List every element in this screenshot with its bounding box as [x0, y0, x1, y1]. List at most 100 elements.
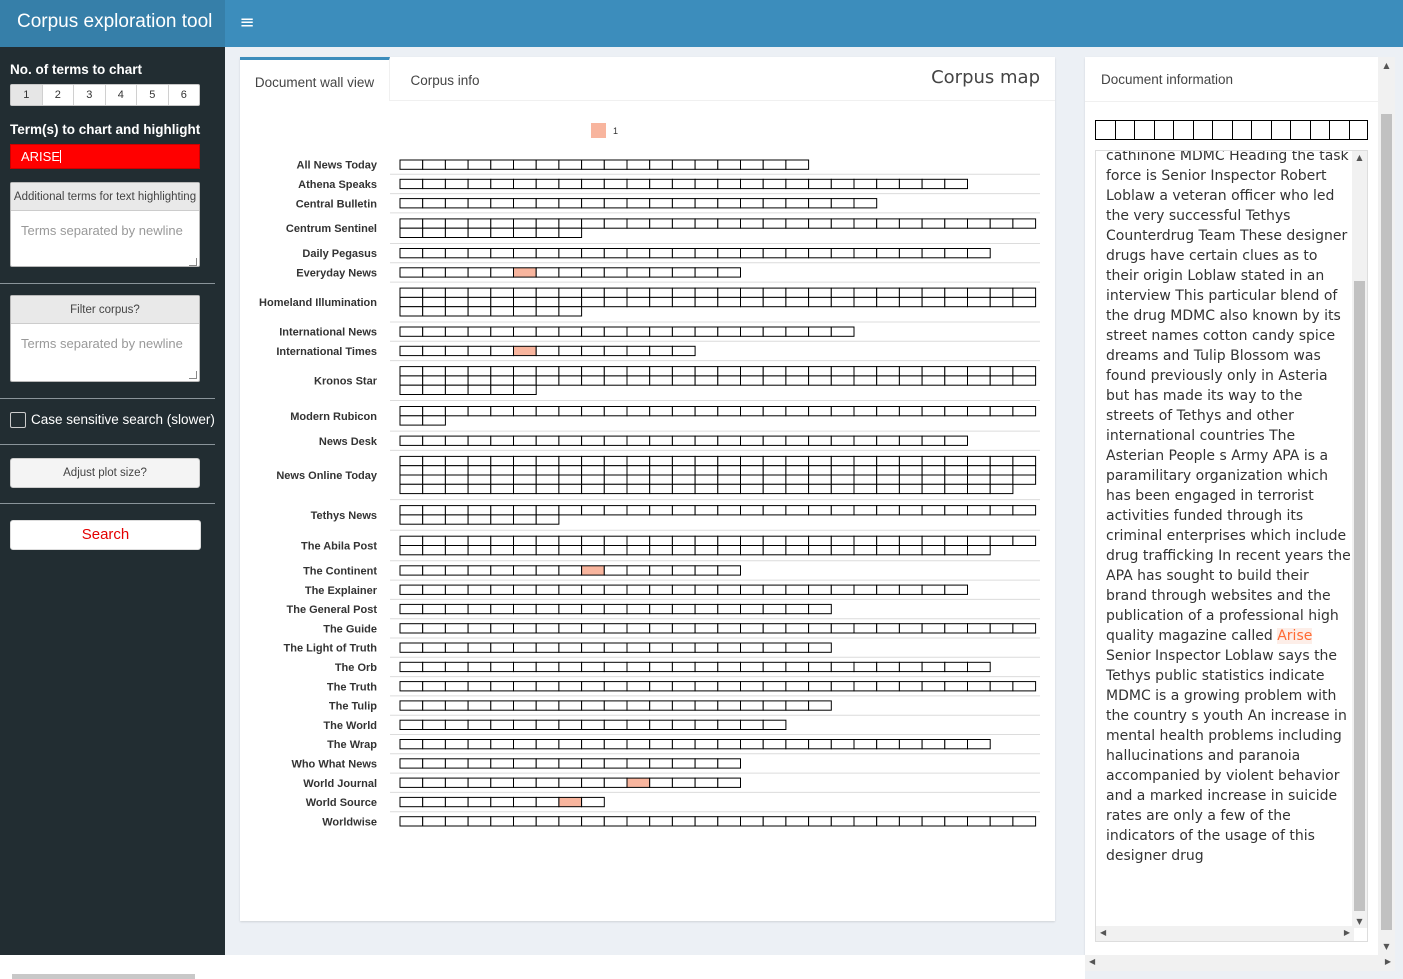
- document-cell[interactable]: [399, 777, 424, 788]
- document-cell[interactable]: [671, 777, 696, 788]
- app-title[interactable]: Corpus exploration tool: [0, 0, 225, 47]
- document-cell[interactable]: [467, 287, 492, 298]
- document-cell[interactable]: [671, 159, 696, 170]
- document-cell[interactable]: [558, 326, 583, 337]
- document-cell[interactable]: [581, 545, 605, 556]
- document-cell[interactable]: [921, 661, 946, 673]
- document-cell[interactable]: [535, 227, 560, 238]
- document-cell[interactable]: [785, 739, 810, 750]
- document-cell[interactable]: [694, 700, 719, 711]
- document-cell[interactable]: [694, 375, 719, 386]
- document-cell[interactable]: [490, 287, 515, 298]
- document-cell[interactable]: [399, 267, 424, 278]
- document-cell[interactable]: [1012, 465, 1037, 476]
- document-cell[interactable]: [944, 375, 968, 386]
- document-cell[interactable]: [671, 465, 696, 476]
- document-cell[interactable]: [535, 306, 560, 317]
- document-cell[interactable]: [399, 159, 424, 170]
- document-cell[interactable]: [603, 681, 628, 692]
- document-cell[interactable]: [944, 483, 968, 495]
- document-cell[interactable]: [694, 535, 719, 547]
- document-cell[interactable]: [671, 681, 696, 692]
- document-cell[interactable]: [399, 455, 424, 467]
- document-cell[interactable]: [603, 435, 628, 446]
- document-cell[interactable]: [490, 178, 515, 190]
- document-cell[interactable]: [694, 159, 719, 170]
- document-cell[interactable]: [989, 465, 1014, 476]
- document-cell[interactable]: [399, 326, 424, 337]
- document-cell[interactable]: [830, 474, 855, 485]
- document-cell[interactable]: [671, 366, 696, 377]
- document-cell[interactable]: [671, 623, 696, 634]
- document-cell[interactable]: [989, 218, 1014, 229]
- case-sensitive-checkbox[interactable]: [10, 412, 26, 428]
- document-cell[interactable]: [626, 700, 651, 711]
- hamburger-icon[interactable]: ≡: [236, 10, 258, 36]
- document-cell[interactable]: [581, 505, 605, 516]
- document-cell[interactable]: [649, 296, 673, 308]
- document-cell[interactable]: [830, 661, 855, 673]
- document-cell[interactable]: [422, 514, 446, 525]
- document-cell[interactable]: [694, 758, 719, 769]
- document-cell[interactable]: [898, 816, 923, 827]
- document-cell[interactable]: [762, 719, 787, 731]
- document-cell[interactable]: [671, 700, 696, 711]
- document-cell[interactable]: [671, 287, 696, 298]
- document-cell[interactable]: [989, 816, 1014, 827]
- case-sensitive-label[interactable]: Case sensitive search (slower): [31, 412, 215, 427]
- document-cell[interactable]: [467, 474, 492, 485]
- document-cell[interactable]: [853, 218, 878, 229]
- document-cell[interactable]: [467, 435, 492, 446]
- document-cell[interactable]: [535, 474, 560, 485]
- document-cell[interactable]: [581, 535, 605, 547]
- document-cell[interactable]: [649, 623, 673, 634]
- document-cell[interactable]: [740, 700, 764, 711]
- document-cell[interactable]: [535, 435, 560, 446]
- document-cell[interactable]: [717, 565, 741, 576]
- filter-corpus-textarea[interactable]: Terms separated by newline: [11, 324, 199, 381]
- document-cell[interactable]: [490, 474, 515, 485]
- document-cell[interactable]: [717, 218, 741, 229]
- document-cell[interactable]: [989, 505, 1014, 516]
- num-terms-option-3[interactable]: 3: [74, 85, 106, 105]
- document-cell[interactable]: [513, 227, 537, 238]
- document-cell[interactable]: [898, 739, 923, 750]
- document-cell[interactable]: [717, 661, 741, 673]
- document-cell[interactable]: [944, 248, 968, 259]
- document-cell[interactable]: [967, 535, 991, 547]
- document-cell[interactable]: [762, 474, 787, 485]
- document-cell[interactable]: [853, 681, 878, 692]
- document-cell[interactable]: [603, 603, 628, 615]
- document-cell[interactable]: [513, 375, 537, 386]
- document-cell[interactable]: [989, 296, 1014, 308]
- document-cell[interactable]: [444, 719, 469, 731]
- document-cell[interactable]: [422, 435, 446, 446]
- document-cell[interactable]: [898, 218, 923, 229]
- document-cell[interactable]: [513, 796, 537, 808]
- document-cell[interactable]: [944, 623, 968, 634]
- document-cell[interactable]: [967, 623, 991, 634]
- document-cell[interactable]: [467, 545, 492, 556]
- document-cell-hit[interactable]: [513, 267, 537, 278]
- document-cell[interactable]: [762, 465, 787, 476]
- document-cell[interactable]: [581, 584, 605, 595]
- document-cell[interactable]: [717, 375, 741, 386]
- document-cell[interactable]: [513, 465, 537, 476]
- document-cell[interactable]: [444, 227, 469, 238]
- document-cell[interactable]: [694, 366, 719, 377]
- document-cell[interactable]: [513, 505, 537, 516]
- document-cell[interactable]: [671, 178, 696, 190]
- document-cell[interactable]: [535, 816, 560, 827]
- document-cell[interactable]: [581, 700, 605, 711]
- document-cell[interactable]: [603, 326, 628, 337]
- document-cell[interactable]: [853, 483, 878, 495]
- document-cell[interactable]: [853, 287, 878, 298]
- document-cell[interactable]: [535, 375, 560, 386]
- document-cell[interactable]: [513, 455, 537, 467]
- document-cell[interactable]: [762, 287, 787, 298]
- document-cell[interactable]: [422, 384, 446, 396]
- document-cell[interactable]: [853, 406, 878, 417]
- document-cell[interactable]: [626, 661, 651, 673]
- document-cell[interactable]: [967, 366, 991, 377]
- document-cell[interactable]: [671, 345, 696, 357]
